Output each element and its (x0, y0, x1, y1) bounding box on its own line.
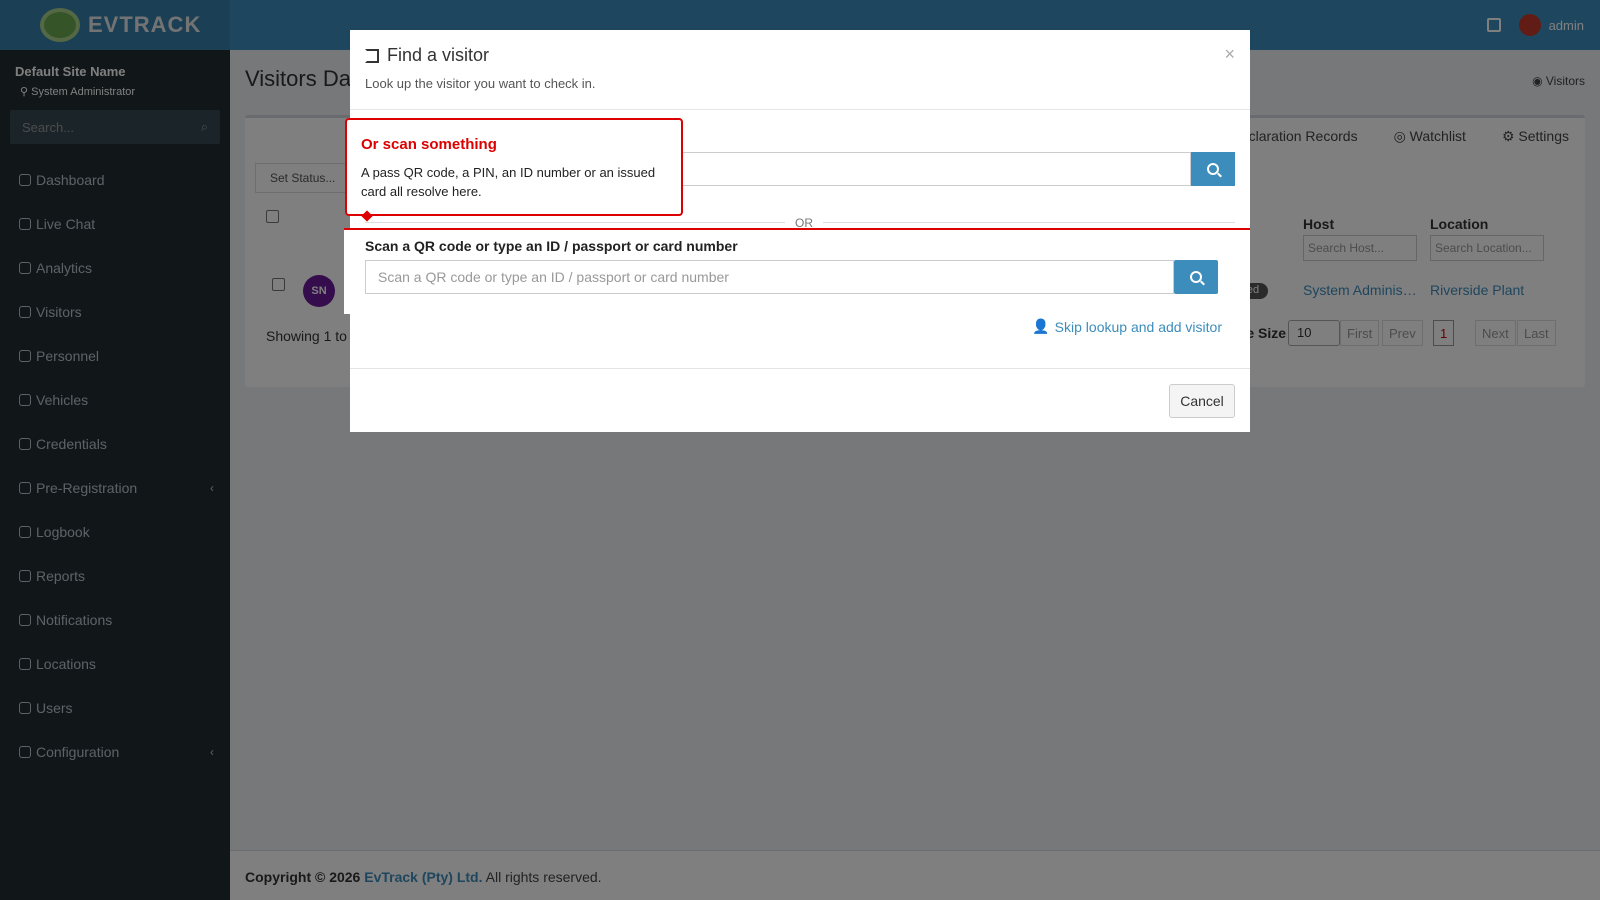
scan-search-button[interactable] (1174, 260, 1218, 294)
skip-lookup-link[interactable]: 👤 Skip lookup and add visitor (1032, 318, 1222, 335)
scan-label: Scan a QR code or type an ID / passport … (365, 238, 738, 254)
tooltip-body: A pass QR code, a PIN, an ID number or a… (361, 165, 656, 199)
scan-section-highlight: Scan a QR code or type an ID / passport … (344, 228, 1250, 314)
modal-title-text: Find a visitor (387, 45, 490, 65)
visitor-search-button[interactable] (1191, 152, 1235, 186)
modal-subtitle: Look up the visitor you want to check in… (365, 76, 596, 91)
cancel-button[interactable]: Cancel (1169, 384, 1235, 418)
skip-lookup-label: Skip lookup and add visitor (1054, 318, 1222, 335)
tour-tooltip: Or scan something A pass QR code, a PIN,… (345, 118, 683, 222)
modal-footer: Cancel (350, 368, 1250, 432)
sign-in-icon (365, 48, 379, 63)
search-icon (1190, 271, 1202, 283)
tooltip-title: Or scan something (361, 136, 497, 153)
search-icon (1207, 163, 1219, 175)
scan-input[interactable]: Scan a QR code or type an ID / passport … (365, 260, 1174, 294)
close-icon[interactable]: × (1224, 44, 1235, 65)
add-user-icon: 👤 (1032, 318, 1050, 334)
modal-header: Find a visitor Look up the visitor you w… (350, 30, 1250, 110)
modal-title: Find a visitor (365, 45, 1235, 66)
